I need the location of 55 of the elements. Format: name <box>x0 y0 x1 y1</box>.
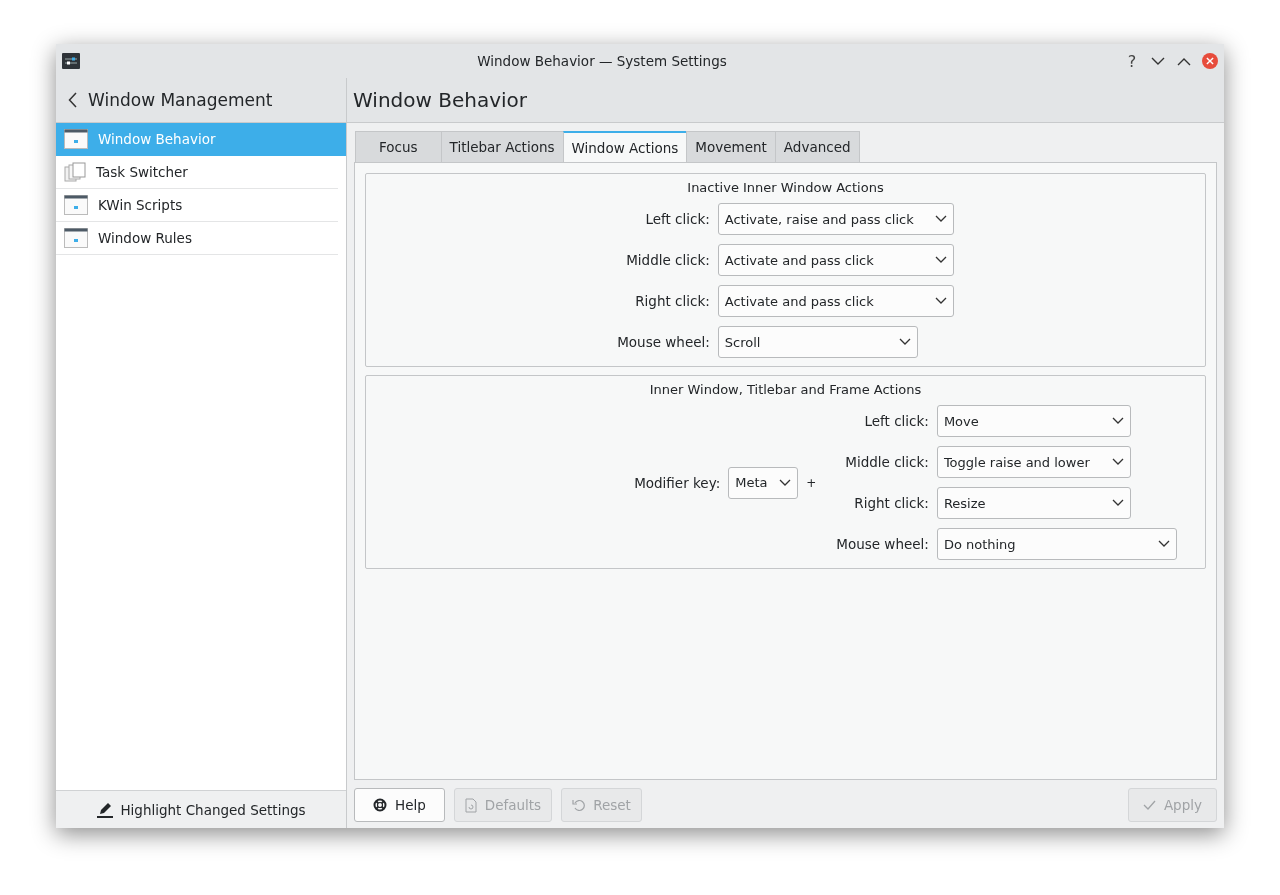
field-label: Mouse wheel: <box>836 536 929 552</box>
field-label: Left click: <box>864 413 929 429</box>
dropdown[interactable]: Meta <box>728 466 799 499</box>
window-icon <box>64 195 88 215</box>
sidebar-item[interactable]: Window Rules <box>56 222 338 255</box>
stacked-windows-icon <box>64 162 86 182</box>
chevron-down-icon <box>934 215 947 223</box>
dropdown[interactable]: Activate and pass click <box>717 244 954 276</box>
window-title: Window Behavior — System Settings <box>476 53 728 69</box>
chevron-down-icon <box>1157 540 1170 548</box>
sidebar-item[interactable]: KWin Scripts <box>56 189 338 222</box>
chevron-down-icon <box>934 256 947 264</box>
field-label: Middle click: <box>845 454 929 470</box>
dropdown[interactable]: Activate and pass click <box>717 285 954 317</box>
window-icon <box>64 228 88 248</box>
help-button[interactable]: ? <box>1124 52 1140 70</box>
chevron-down-icon <box>1111 458 1124 466</box>
dropdown[interactable]: Move <box>936 405 1131 437</box>
undo-icon <box>572 798 586 812</box>
app-icon <box>62 53 80 69</box>
chevron-down-icon <box>1111 417 1124 425</box>
dropdown[interactable]: Toggle raise and lower <box>936 446 1131 478</box>
field-label: Right click: <box>854 495 929 511</box>
close-button[interactable] <box>1202 52 1218 70</box>
dropdown[interactable]: Activate, raise and pass click <box>717 203 954 235</box>
tab[interactable]: Focus <box>355 131 442 162</box>
sidebar-item[interactable]: Task Switcher <box>56 156 338 189</box>
field-label: Right click: <box>635 293 710 309</box>
group-title: Inactive Inner Window Actions <box>687 180 884 195</box>
chevron-down-icon <box>934 297 947 305</box>
sidebar-title: Window Management <box>88 90 273 110</box>
field-label: Modifier key: <box>634 474 721 491</box>
help-button[interactable]: Help <box>354 788 445 822</box>
group-title: Inner Window, Titlebar and Frame Actions <box>649 382 922 397</box>
chevron-down-icon <box>779 478 792 487</box>
dropdown[interactable]: Scroll <box>717 326 918 358</box>
dropdown[interactable]: Resize <box>936 487 1131 519</box>
checkmark-icon <box>1142 800 1156 810</box>
tab[interactable]: Advanced <box>774 131 860 162</box>
field-label: Left click: <box>645 211 710 227</box>
page-title: Window Behavior <box>347 78 1224 123</box>
chevron-down-icon <box>1111 499 1124 507</box>
tab[interactable]: Window Actions <box>562 131 688 162</box>
tab[interactable]: Movement <box>686 131 776 162</box>
dropdown[interactable]: Do nothing <box>936 528 1177 560</box>
field-label: Mouse wheel: <box>617 334 710 350</box>
tab[interactable]: Titlebar Actions <box>440 131 564 162</box>
highlight-changed-button[interactable]: Highlight Changed Settings <box>56 790 346 828</box>
window-icon <box>64 129 88 149</box>
document-icon <box>464 797 477 813</box>
chevron-down-icon <box>898 338 911 346</box>
field-label: Middle click: <box>626 252 710 268</box>
lifebuoy-icon <box>373 798 387 812</box>
plus-sign: + <box>806 475 817 490</box>
pen-icon <box>96 800 115 819</box>
